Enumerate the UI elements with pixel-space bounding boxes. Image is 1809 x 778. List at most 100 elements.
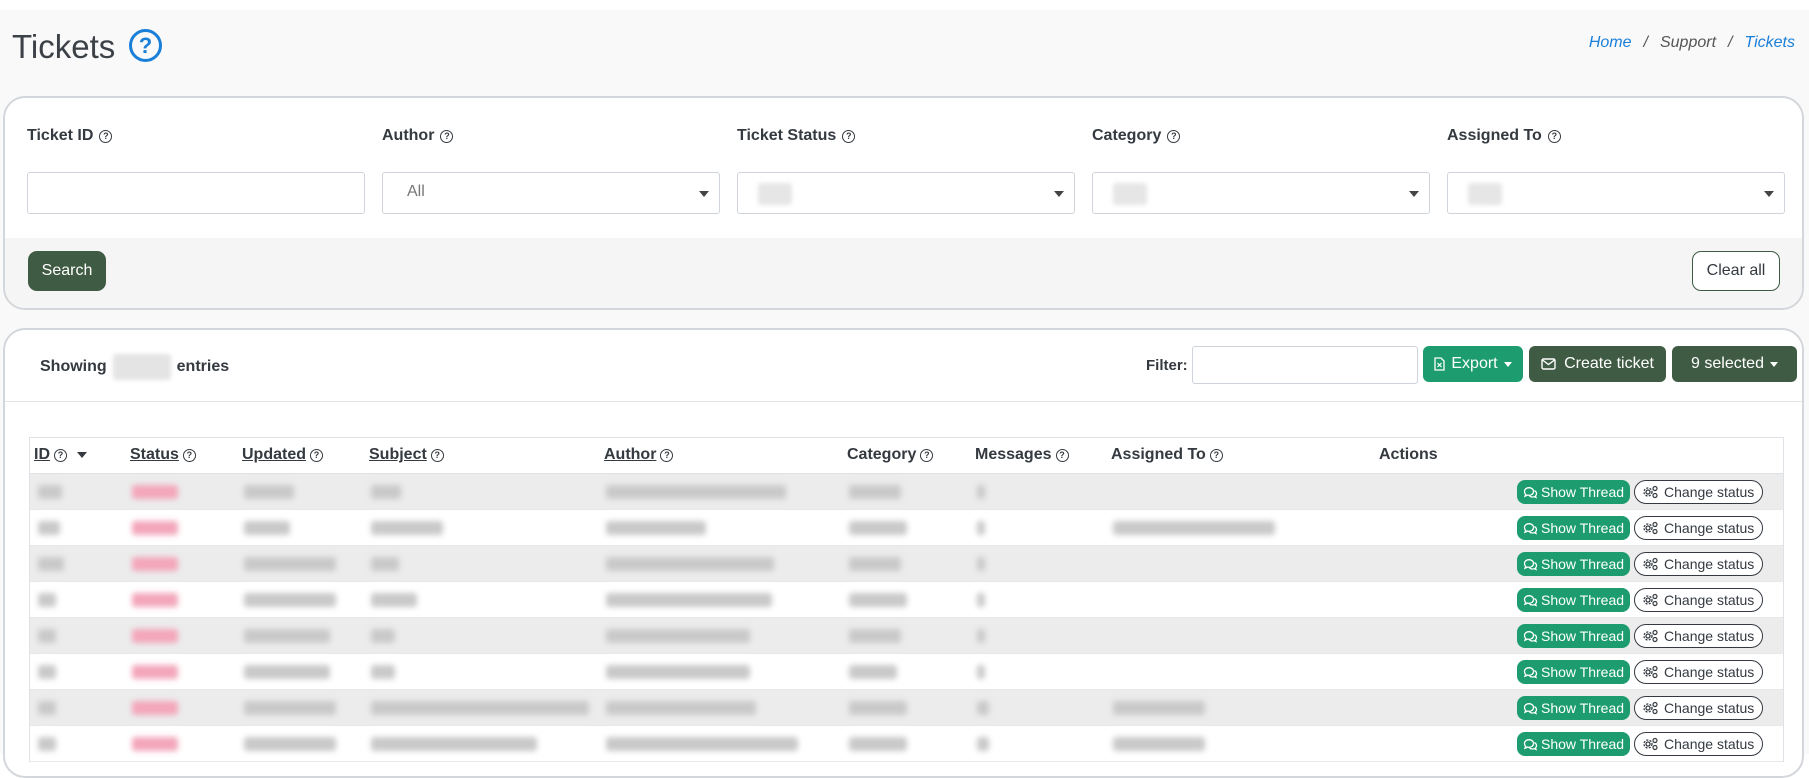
question-circle-icon[interactable]: ? <box>1167 129 1181 143</box>
column-header-subject[interactable]: Subject ? <box>369 446 444 464</box>
change-status-button[interactable]: Change status <box>1634 552 1764 576</box>
table-toolbar: Showing entries Filter: Export Create ti… <box>5 330 1802 402</box>
redacted-cell <box>244 593 336 607</box>
ticket-id-label: Ticket ID <box>27 127 94 144</box>
column-header-id[interactable]: ID ? <box>34 446 87 464</box>
redacted-cell <box>132 737 178 751</box>
redacted-cell <box>849 521 907 535</box>
redacted-cell <box>38 665 56 679</box>
redacted-cell <box>244 665 330 679</box>
column-header-author[interactable]: Author ? <box>604 446 674 464</box>
row-actions: Show Thread Change status <box>1517 660 1764 684</box>
selected-columns-button[interactable]: 9 selected <box>1672 346 1797 382</box>
column-label: ID <box>34 446 50 463</box>
show-thread-button[interactable]: Show Thread <box>1517 588 1631 612</box>
ticket-status-select[interactable] <box>737 172 1075 214</box>
question-circle-icon: ? <box>310 448 323 462</box>
page-header: Tickets ? Home / Support / Tickets <box>0 10 1809 96</box>
change-status-button[interactable]: Change status <box>1634 516 1764 540</box>
table-row: Show Thread Change status <box>30 510 1783 546</box>
show-thread-button[interactable]: Show Thread <box>1517 552 1631 576</box>
show-thread-button[interactable]: Show Thread <box>1517 732 1631 756</box>
comments-icon <box>1523 486 1538 499</box>
export-button[interactable]: Export <box>1423 346 1523 382</box>
question-circle-icon[interactable]: ? <box>99 129 113 143</box>
show-thread-label: Show Thread <box>1541 592 1625 608</box>
redacted-cell <box>244 701 336 715</box>
show-thread-button[interactable]: Show Thread <box>1517 516 1631 540</box>
clear-all-button[interactable]: Clear all <box>1692 251 1780 291</box>
column-label: Author <box>604 446 657 463</box>
change-status-button[interactable]: Change status <box>1634 588 1764 612</box>
row-actions: Show Thread Change status <box>1517 588 1764 612</box>
show-thread-label: Show Thread <box>1541 700 1625 716</box>
redacted-cell <box>977 665 985 679</box>
question-circle-icon[interactable]: ? <box>129 29 162 62</box>
row-actions: Show Thread Change status <box>1517 624 1764 648</box>
ticket-id-input[interactable] <box>27 172 365 214</box>
redacted-cell <box>244 521 290 535</box>
gears-icon <box>1643 485 1658 499</box>
show-thread-button[interactable]: Show Thread <box>1517 660 1631 684</box>
redacted-cell <box>371 485 401 499</box>
table-row: Show Thread Change status <box>30 618 1783 654</box>
show-thread-button[interactable]: Show Thread <box>1517 624 1631 648</box>
show-thread-button[interactable]: Show Thread <box>1517 480 1631 504</box>
redacted-cell <box>849 665 897 679</box>
redacted-cell <box>1113 737 1205 751</box>
change-status-label: Change status <box>1664 592 1755 608</box>
question-circle-icon: ? <box>182 448 196 462</box>
redacted-cell <box>244 557 336 571</box>
column-header-messages: Messages ? <box>975 446 1069 464</box>
question-circle-icon: ? <box>430 448 444 462</box>
column-header-status[interactable]: Status ? <box>130 446 196 464</box>
comments-icon <box>1523 630 1538 643</box>
filter-footer: Search Clear all <box>5 238 1802 308</box>
change-status-button[interactable]: Change status <box>1634 624 1764 648</box>
ticket-status-label: Ticket Status <box>737 127 837 144</box>
change-status-button[interactable]: Change status <box>1634 732 1764 756</box>
search-button[interactable]: Search <box>28 251 106 291</box>
breadcrumb-home[interactable]: Home <box>1589 34 1632 52</box>
redacted-cell <box>38 521 60 535</box>
question-circle-icon[interactable]: ? <box>1547 129 1561 143</box>
chevron-down-icon <box>1409 191 1419 197</box>
table-row: Show Thread Change status <box>30 546 1783 582</box>
change-status-label: Change status <box>1664 628 1755 644</box>
question-circle-icon: ? <box>660 448 674 462</box>
change-status-button[interactable]: Change status <box>1634 480 1764 504</box>
category-select[interactable] <box>1092 172 1430 214</box>
filter-label: Author ? <box>382 126 720 146</box>
redacted-cell <box>371 557 399 571</box>
column-header-updated[interactable]: Updated ? <box>242 446 323 464</box>
change-status-label: Change status <box>1664 664 1755 680</box>
filter-author: Author ? All <box>382 126 720 214</box>
gears-icon <box>1643 593 1658 607</box>
breadcrumb-current[interactable]: Tickets <box>1744 34 1795 52</box>
change-status-button[interactable]: Change status <box>1634 696 1764 720</box>
chevron-down-icon <box>1764 191 1774 197</box>
redacted-cell <box>38 629 56 643</box>
show-thread-button[interactable]: Show Thread <box>1517 696 1631 720</box>
table-filter-input[interactable] <box>1192 346 1418 384</box>
comments-icon <box>1523 702 1538 715</box>
page: Tickets ? Home / Support / Tickets Ticke… <box>0 10 1809 778</box>
change-status-button[interactable]: Change status <box>1634 660 1764 684</box>
filter-label: Ticket Status ? <box>737 126 1075 146</box>
filter-label: Assigned To ? <box>1447 126 1785 146</box>
row-actions: Show Thread Change status <box>1517 732 1764 756</box>
show-thread-label: Show Thread <box>1541 736 1625 752</box>
question-circle-icon[interactable]: ? <box>440 129 454 143</box>
redacted-cell <box>38 737 56 751</box>
assigned-to-label: Assigned To <box>1447 127 1542 144</box>
author-select-value: All <box>407 183 425 200</box>
category-label: Category <box>1092 127 1162 144</box>
redacted-cell <box>132 665 178 679</box>
redacted-cell <box>371 701 589 715</box>
question-circle-icon[interactable]: ? <box>842 129 856 143</box>
create-ticket-button[interactable]: Create ticket <box>1529 346 1666 382</box>
assigned-to-select[interactable] <box>1447 172 1785 214</box>
chevron-down-icon <box>699 191 709 197</box>
table-body: Show Thread Change status Show Thread Chang… <box>30 474 1783 762</box>
author-select[interactable]: All <box>382 172 720 214</box>
